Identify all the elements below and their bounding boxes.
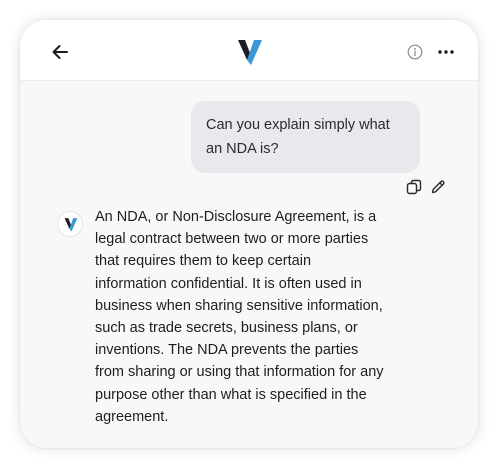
chat-window: Can you explain simply what an NDA is? A… [20, 20, 478, 448]
copy-icon[interactable] [406, 179, 422, 195]
brand-v-logo-icon [64, 218, 78, 232]
arrow-left-icon[interactable] [50, 42, 70, 62]
user-message-bubble: Can you explain simply what an NDA is? [191, 101, 420, 173]
message-actions [406, 179, 448, 197]
brand-v-logo-icon [237, 38, 263, 66]
more-horizontal-icon[interactable] [437, 44, 455, 60]
info-circle-icon[interactable] [407, 44, 423, 60]
user-message-text: Can you explain simply what an NDA is? [206, 117, 390, 157]
conversation-area: Can you explain simply what an NDA is? A… [20, 81, 478, 448]
assistant-message-text: An NDA, or Non-Disclosure Agreement, is … [95, 209, 384, 425]
top-bar [20, 20, 478, 81]
pencil-icon[interactable] [430, 179, 446, 195]
assistant-avatar [57, 211, 83, 237]
